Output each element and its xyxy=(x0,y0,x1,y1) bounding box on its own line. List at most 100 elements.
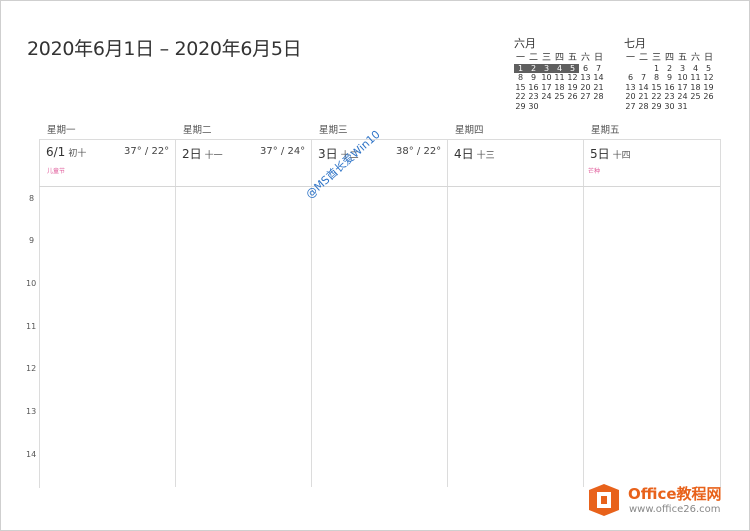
mini-calendar-day[interactable]: 31 xyxy=(676,102,689,112)
mini-calendar-day[interactable]: 8 xyxy=(650,73,663,83)
day-header-thu[interactable]: 4日 十三 xyxy=(454,145,495,162)
mini-calendar-weekday: 六 xyxy=(690,53,700,63)
mini-calendar-day xyxy=(624,64,637,74)
mini-calendar-day[interactable]: 19 xyxy=(702,83,715,93)
day-header-tue[interactable]: 2日 十一 xyxy=(182,145,223,162)
mini-calendar-day[interactable]: 20 xyxy=(579,83,592,93)
mini-calendar-day xyxy=(637,64,650,74)
weekday-label: 星期五 xyxy=(591,125,620,136)
mini-calendar-day[interactable]: 14 xyxy=(592,73,605,83)
mini-calendar-day[interactable]: 6 xyxy=(579,64,592,74)
mini-calendar-day[interactable]: 1 xyxy=(650,64,663,74)
mini-calendar-day[interactable]: 20 xyxy=(624,92,637,102)
lunar-date: 十三 xyxy=(476,151,495,161)
column-divider xyxy=(583,139,584,487)
mini-calendar-day[interactable]: 3 xyxy=(540,63,553,74)
day-date: 4日 xyxy=(454,147,474,161)
mini-calendar-day[interactable]: 10 xyxy=(540,73,553,83)
mini-calendar-day[interactable]: 5 xyxy=(566,63,579,74)
mini-calendar-day[interactable]: 16 xyxy=(663,83,676,93)
mini-calendar-day[interactable]: 12 xyxy=(702,73,715,83)
mini-calendar-day[interactable]: 25 xyxy=(689,92,702,102)
mini-calendar-day[interactable]: 14 xyxy=(637,83,650,93)
mini-calendar-day[interactable]: 8 xyxy=(514,73,527,83)
lunar-date: 十四 xyxy=(612,151,631,161)
mini-calendar-day[interactable]: 18 xyxy=(689,83,702,93)
mini-calendar-day[interactable]: 4 xyxy=(689,64,702,74)
mini-calendar-day[interactable]: 9 xyxy=(663,73,676,83)
mini-calendar-day[interactable]: 15 xyxy=(650,83,663,93)
mini-calendar-day[interactable]: 11 xyxy=(553,73,566,83)
mini-calendar-month: 六月 xyxy=(514,37,536,50)
mini-calendar-day[interactable]: 17 xyxy=(540,83,553,93)
mini-calendar-weekday: 三 xyxy=(651,53,661,63)
mini-calendar-day[interactable]: 1 xyxy=(514,63,527,74)
mini-calendar-weekday: 一 xyxy=(625,53,635,63)
hour-label: 14 xyxy=(26,450,37,459)
mini-calendar-day[interactable]: 11 xyxy=(689,73,702,83)
mini-calendar-day[interactable]: 27 xyxy=(624,102,637,112)
logo-title: Office教程网 xyxy=(628,485,722,503)
mini-calendar-day[interactable]: 15 xyxy=(514,83,527,93)
mini-calendar-day[interactable]: 24 xyxy=(540,92,553,102)
mini-calendar-day[interactable]: 26 xyxy=(566,92,579,102)
mini-calendar-day[interactable]: 21 xyxy=(637,92,650,102)
mini-calendar-day[interactable]: 23 xyxy=(527,92,540,102)
mini-calendar-day[interactable]: 9 xyxy=(527,73,540,83)
lunar-date: 十一 xyxy=(204,151,223,161)
mini-calendar-day xyxy=(540,102,553,112)
mini-calendar-day[interactable]: 19 xyxy=(566,83,579,93)
mini-calendar-day[interactable]: 30 xyxy=(663,102,676,112)
mini-calendar-day[interactable]: 2 xyxy=(527,63,540,74)
mini-calendar-weekday: 日 xyxy=(593,53,603,63)
mini-calendar-day[interactable]: 7 xyxy=(592,64,605,74)
mini-calendar-day xyxy=(702,102,715,112)
holiday-label: 儿童节 xyxy=(47,168,66,175)
hour-label: 12 xyxy=(26,364,37,373)
mini-calendar-day[interactable]: 22 xyxy=(514,92,527,102)
mini-calendar-day[interactable]: 12 xyxy=(566,73,579,83)
hour-label: 10 xyxy=(26,279,37,288)
page-title: 2020年6月1日 – 2020年6月5日 xyxy=(27,38,302,60)
mini-calendar-day[interactable]: 24 xyxy=(676,92,689,102)
mini-calendar-day[interactable]: 26 xyxy=(702,92,715,102)
hour-label: 9 xyxy=(29,236,35,245)
mini-calendar-day[interactable]: 23 xyxy=(663,92,676,102)
mini-calendar-weekday: 三 xyxy=(541,53,551,63)
mini-calendar-weekday: 五 xyxy=(567,53,577,63)
mini-calendar-day[interactable]: 10 xyxy=(676,73,689,83)
mini-calendar-grid: 一二三四五六日 1 2 3 4 5 6 7 8 9 10 11 12 13 14 15 16 17 18 19 20 21… xyxy=(624,53,715,112)
mini-calendar-day[interactable]: 4 xyxy=(553,63,566,74)
mini-calendar-day[interactable]: 16 xyxy=(527,83,540,93)
mini-calendar-day xyxy=(566,102,579,112)
column-divider xyxy=(447,139,448,487)
mini-calendar-day[interactable]: 28 xyxy=(592,92,605,102)
mini-calendar-month: 七月 xyxy=(624,37,646,50)
mini-calendar-day[interactable]: 13 xyxy=(624,83,637,93)
mini-calendar-weekday: 四 xyxy=(664,53,674,63)
mini-calendar-weekday: 四 xyxy=(554,53,564,63)
weather-temp: 37° / 24° xyxy=(260,146,306,157)
mini-calendar-day[interactable]: 28 xyxy=(637,102,650,112)
mini-calendar-day[interactable]: 7 xyxy=(637,73,650,83)
mini-calendar-day[interactable]: 29 xyxy=(650,102,663,112)
day-header-fri[interactable]: 5日 十四 xyxy=(590,145,631,162)
mini-calendar-june: 六月 一二三四五六日 1 2 3 4 5 6 7 8 9 10 11 12 13 14 15 16 17 18 19 2… xyxy=(514,35,605,112)
mini-calendar-day[interactable]: 3 xyxy=(676,64,689,74)
mini-calendar-day[interactable]: 30 xyxy=(527,102,540,112)
mini-calendar-day[interactable]: 17 xyxy=(676,83,689,93)
day-header-mon[interactable]: 6/1 初十 xyxy=(46,145,86,159)
mini-calendar-day[interactable]: 22 xyxy=(650,92,663,102)
mini-calendar-day[interactable]: 29 xyxy=(514,102,527,112)
mini-calendar-weekday: 一 xyxy=(515,53,525,63)
mini-calendar-day[interactable]: 27 xyxy=(579,92,592,102)
mini-calendar-day xyxy=(553,102,566,112)
mini-calendar-day xyxy=(579,102,592,112)
mini-calendar-day[interactable]: 13 xyxy=(579,73,592,83)
mini-calendar-day[interactable]: 5 xyxy=(702,64,715,74)
mini-calendar-day[interactable]: 6 xyxy=(624,73,637,83)
mini-calendar-day[interactable]: 25 xyxy=(553,92,566,102)
mini-calendar-day[interactable]: 18 xyxy=(553,83,566,93)
mini-calendar-day[interactable]: 2 xyxy=(663,64,676,74)
mini-calendar-day[interactable]: 21 xyxy=(592,83,605,93)
